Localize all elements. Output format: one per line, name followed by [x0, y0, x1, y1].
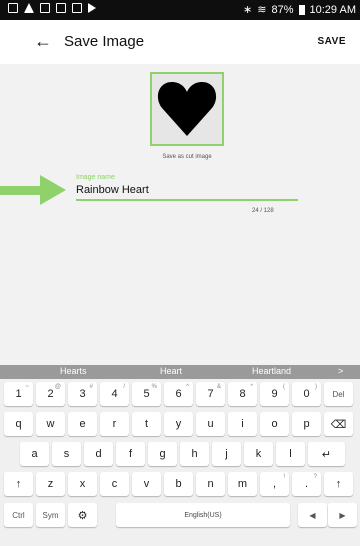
- key-s[interactable]: s: [52, 442, 81, 466]
- heart-shape: [157, 82, 217, 136]
- key-secondary-label: !: [283, 474, 285, 480]
- app-bar: ← Save Image SAVE: [0, 20, 360, 64]
- suggestion-bar: Hearts Heart Heartland >: [0, 365, 360, 379]
- bluetooth-icon: ∗: [243, 4, 253, 16]
- key-8[interactable]: 8 *: [228, 382, 257, 406]
- play-icon: [88, 3, 96, 13]
- key-period[interactable]: .?: [292, 472, 321, 496]
- key-secondary-label: ?: [313, 474, 317, 480]
- system-status: ∗ ≋ 87% 10:29 AM: [243, 3, 356, 17]
- key-l[interactable]: l: [276, 442, 305, 466]
- pointer-arrow-icon: [0, 175, 66, 205]
- cut-image-caption: Save as cut image: [162, 154, 212, 160]
- key-g[interactable]: g: [148, 442, 177, 466]
- key-0[interactable]: 0): [292, 382, 321, 406]
- suggestion-item[interactable]: Hearts: [60, 366, 87, 376]
- page-title: Save Image: [64, 33, 145, 50]
- key-q[interactable]: q: [4, 412, 33, 436]
- key-secondary-label: (: [283, 384, 285, 390]
- key-secondary-label: ): [315, 384, 317, 390]
- key-z[interactable]: z: [36, 472, 65, 496]
- key-k[interactable]: k: [244, 442, 273, 466]
- key-a[interactable]: a: [20, 442, 49, 466]
- key-o[interactable]: o: [260, 412, 289, 436]
- battery-icon: [298, 4, 305, 15]
- download-icon: [40, 3, 50, 13]
- key-f[interactable]: f: [116, 442, 145, 466]
- arrow-left-icon[interactable]: ←: [34, 31, 52, 52]
- key-comma[interactable]: ,!: [260, 472, 289, 496]
- save-button[interactable]: SAVE: [318, 36, 347, 47]
- key-u[interactable]: u: [196, 412, 225, 436]
- space-bar[interactable]: English(US): [116, 503, 290, 527]
- key-t[interactable]: t: [132, 412, 161, 436]
- key-v[interactable]: v: [132, 472, 161, 496]
- key-n[interactable]: n: [196, 472, 225, 496]
- cursor-left-icon[interactable]: ◀: [298, 503, 327, 527]
- key-c[interactable]: c: [100, 472, 129, 496]
- key-6[interactable]: 6 ^: [164, 382, 193, 406]
- gallery-icon: [8, 3, 18, 13]
- key-secondary-label: ~: [25, 384, 29, 390]
- key-b[interactable]: b: [164, 472, 193, 496]
- clock: 10:29 AM: [309, 3, 356, 16]
- key-secondary-label: /: [123, 384, 125, 390]
- status-bar: ∗ ≋ 87% 10:29 AM: [0, 0, 360, 20]
- image-icon: [72, 3, 82, 13]
- battery-percent: 87%: [271, 3, 294, 16]
- suggestion-item[interactable]: Heartland: [252, 366, 291, 376]
- suggestion-expand-icon[interactable]: >: [338, 366, 343, 376]
- key-w[interactable]: w: [36, 412, 65, 436]
- key-secondary-label: *: [250, 384, 253, 390]
- key-h[interactable]: h: [180, 442, 209, 466]
- key-2[interactable]: 2 @: [36, 382, 65, 406]
- key-secondary-label: @: [54, 384, 61, 390]
- enter-icon[interactable]: ↵: [308, 442, 345, 466]
- image-name-label: Image name: [76, 174, 115, 181]
- shift-icon[interactable]: ↑: [324, 472, 353, 496]
- sym-key[interactable]: Sym: [36, 503, 65, 527]
- key-1[interactable]: 1 ~: [4, 382, 33, 406]
- on-screen-keyboard: Hearts Heart Heartland > 1 ~2 @3 #4/5% 6 ^ 7 & 8…: [0, 365, 360, 546]
- key-delete[interactable]: Del: [324, 382, 353, 406]
- key-y[interactable]: y: [164, 412, 193, 436]
- screenshot-icon: [56, 3, 66, 13]
- character-counter: 24 / 128: [252, 208, 274, 214]
- key-secondary-label: ^: [186, 384, 189, 390]
- key-x[interactable]: x: [68, 472, 97, 496]
- key-secondary-label: #: [89, 384, 93, 390]
- wifi-icon: ≋: [257, 4, 267, 16]
- main-content: Save as cut image Image name Rainbow Hea…: [0, 64, 360, 365]
- gear-icon[interactable]: ⚙: [68, 503, 97, 527]
- input-underline: [76, 199, 298, 201]
- key-9[interactable]: 9(: [260, 382, 289, 406]
- key-r[interactable]: r: [100, 412, 129, 436]
- key-j[interactable]: j: [212, 442, 241, 466]
- key-7[interactable]: 7 &: [196, 382, 225, 406]
- key-e[interactable]: e: [68, 412, 97, 436]
- key-i[interactable]: i: [228, 412, 257, 436]
- suggestion-item[interactable]: Heart: [160, 366, 182, 376]
- key-p[interactable]: p: [292, 412, 321, 436]
- key-d[interactable]: d: [84, 442, 113, 466]
- backspace-icon[interactable]: ⌫: [324, 412, 353, 436]
- cursor-right-icon[interactable]: ▶: [328, 503, 357, 527]
- image-preview: [150, 72, 224, 146]
- ctrl-key[interactable]: Ctrl: [4, 503, 33, 527]
- key-m[interactable]: m: [228, 472, 257, 496]
- image-name-input[interactable]: Rainbow Heart: [76, 184, 149, 196]
- key-secondary-label: &: [216, 384, 221, 390]
- key-3[interactable]: 3 #: [68, 382, 97, 406]
- notification-icons: [8, 3, 96, 13]
- key-secondary-label: %: [151, 384, 157, 390]
- shift-icon[interactable]: ↑: [4, 472, 33, 496]
- key-4[interactable]: 4/: [100, 382, 129, 406]
- key-5[interactable]: 5%: [132, 382, 161, 406]
- warning-icon: [24, 3, 34, 13]
